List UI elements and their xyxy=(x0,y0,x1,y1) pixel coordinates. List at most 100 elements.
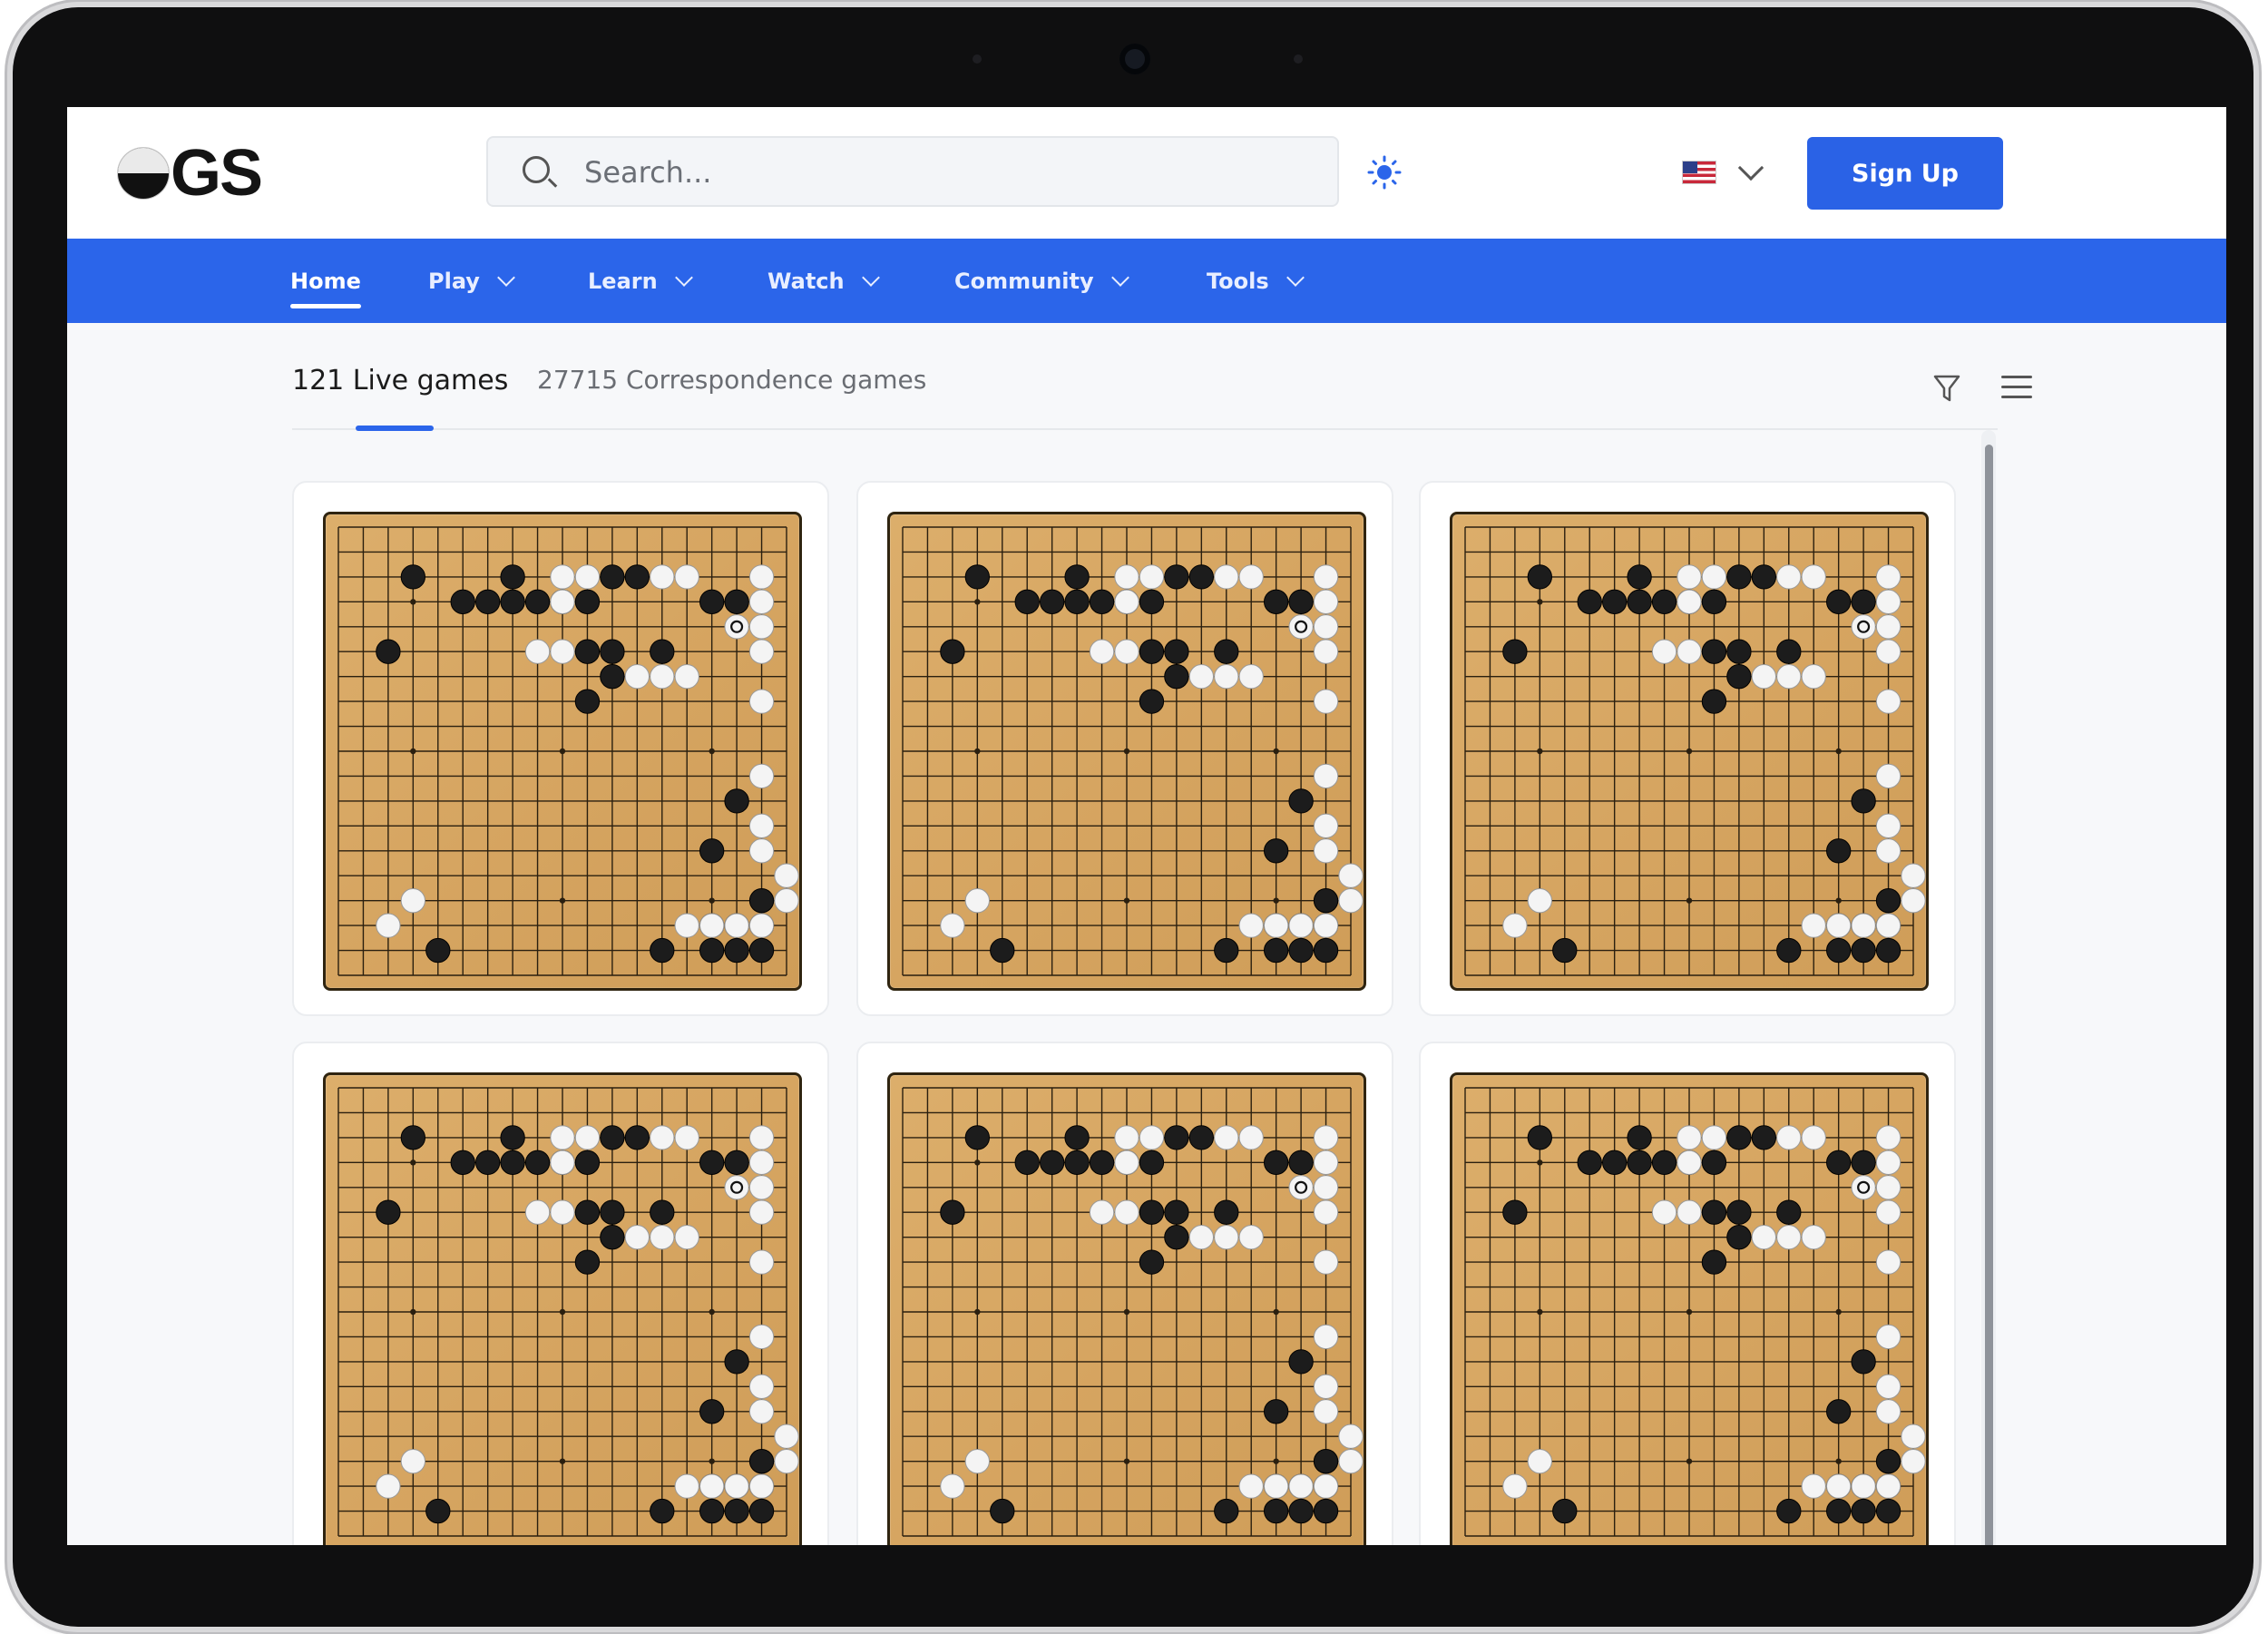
black-stone xyxy=(1039,589,1065,615)
nav-tools[interactable]: Tools xyxy=(1207,239,1305,323)
black-stone xyxy=(624,564,650,590)
black-stone xyxy=(1164,639,1189,664)
white-stone xyxy=(1875,838,1901,864)
white-stone xyxy=(1677,1150,1702,1176)
white-stone xyxy=(1313,639,1339,664)
black-stone xyxy=(940,639,965,664)
hamburger-menu-icon[interactable] xyxy=(2001,376,2032,401)
white-stone xyxy=(1214,663,1239,690)
nav-community[interactable]: Community xyxy=(954,239,1129,323)
black-stone xyxy=(990,937,1015,964)
black-stone xyxy=(1875,887,1901,914)
black-stone xyxy=(650,937,675,964)
white-stone xyxy=(748,1199,775,1225)
white-stone xyxy=(674,1473,699,1499)
white-stone xyxy=(724,913,749,938)
sign-up-button[interactable]: Sign Up xyxy=(1807,137,2003,210)
star-point xyxy=(559,1308,566,1316)
nav-play[interactable]: Play xyxy=(428,239,515,323)
white-stone xyxy=(748,1374,775,1400)
game-card[interactable] xyxy=(1419,481,1956,1016)
white-stone xyxy=(1313,1150,1339,1176)
black-stone xyxy=(600,639,625,664)
white-stone xyxy=(748,689,775,714)
white-stone xyxy=(1851,1473,1876,1499)
black-stone xyxy=(1875,1498,1901,1524)
black-stone xyxy=(1776,639,1802,664)
search-box[interactable] xyxy=(486,136,1339,207)
black-stone xyxy=(1214,1498,1239,1524)
go-board[interactable] xyxy=(887,512,1366,991)
nav-home[interactable]: Home xyxy=(290,239,361,323)
black-stone xyxy=(940,1199,965,1225)
star-point xyxy=(410,1159,416,1166)
white-stone xyxy=(1851,614,1876,640)
white-stone xyxy=(550,1199,575,1225)
scrollbar-thumb[interactable] xyxy=(1985,445,1993,1545)
white-stone xyxy=(1875,913,1901,938)
nav-learn[interactable]: Learn xyxy=(588,239,693,323)
white-stone xyxy=(1875,1125,1901,1150)
game-card[interactable] xyxy=(292,1042,829,1545)
black-stone xyxy=(1701,689,1727,714)
ogs-logo[interactable]: GS xyxy=(118,137,263,210)
white-stone xyxy=(1338,1448,1364,1474)
star-point xyxy=(1273,1308,1279,1316)
white-stone xyxy=(1801,913,1826,938)
us-flag-icon xyxy=(1682,161,1716,184)
go-board[interactable] xyxy=(323,1072,802,1545)
white-stone xyxy=(1677,589,1702,615)
black-stone xyxy=(1825,1399,1852,1424)
black-stone xyxy=(600,1199,625,1225)
go-board[interactable] xyxy=(887,1072,1366,1545)
search-input[interactable] xyxy=(582,149,1312,196)
white-stone xyxy=(1801,1125,1826,1150)
filter-icon[interactable] xyxy=(1931,372,1963,405)
language-selector[interactable] xyxy=(1682,152,1765,192)
white-stone xyxy=(964,1448,991,1474)
black-stone xyxy=(1263,937,1289,964)
black-stone xyxy=(1089,1150,1115,1176)
white-stone xyxy=(1313,1399,1339,1424)
white-stone xyxy=(1677,1199,1702,1225)
star-point xyxy=(1835,1458,1842,1464)
go-board[interactable] xyxy=(1450,512,1929,991)
nav-label: Home xyxy=(290,268,361,294)
white-stone xyxy=(1238,564,1264,590)
sun-icon[interactable] xyxy=(1366,154,1403,191)
white-stone xyxy=(699,1473,725,1499)
white-stone xyxy=(774,887,799,914)
black-stone xyxy=(1825,838,1852,864)
white-stone xyxy=(748,1324,775,1350)
black-stone xyxy=(699,1399,725,1424)
white-stone xyxy=(1776,564,1802,590)
black-stone xyxy=(650,1199,675,1225)
black-stone xyxy=(1651,1150,1677,1176)
black-stone xyxy=(1164,1224,1189,1250)
white-stone xyxy=(1875,1150,1901,1176)
black-stone xyxy=(1825,937,1852,964)
white-stone xyxy=(748,1150,775,1176)
black-stone xyxy=(1726,663,1752,690)
game-card[interactable] xyxy=(856,1042,1393,1545)
go-board[interactable] xyxy=(1450,1072,1929,1545)
white-stone xyxy=(1313,1125,1339,1150)
star-point xyxy=(1123,1458,1130,1464)
board-grid xyxy=(1464,526,1926,976)
game-card[interactable] xyxy=(856,481,1393,1016)
tab-live-games[interactable]: 121 Live games xyxy=(292,365,508,396)
nav-watch[interactable]: Watch xyxy=(767,239,880,323)
white-stone xyxy=(1313,589,1339,615)
white-stone xyxy=(1527,1448,1553,1474)
tab-correspondence-games[interactable]: 27715 Correspondence games xyxy=(537,365,926,395)
go-board[interactable] xyxy=(323,512,802,991)
game-card[interactable] xyxy=(1419,1042,1956,1545)
white-stone xyxy=(650,1125,675,1150)
chevron-down-icon xyxy=(497,268,515,287)
star-point xyxy=(410,1308,416,1316)
white-stone xyxy=(748,838,775,864)
white-stone xyxy=(1701,1125,1727,1150)
white-stone xyxy=(1089,1199,1115,1225)
game-card[interactable] xyxy=(292,481,829,1016)
white-stone xyxy=(1214,564,1239,590)
